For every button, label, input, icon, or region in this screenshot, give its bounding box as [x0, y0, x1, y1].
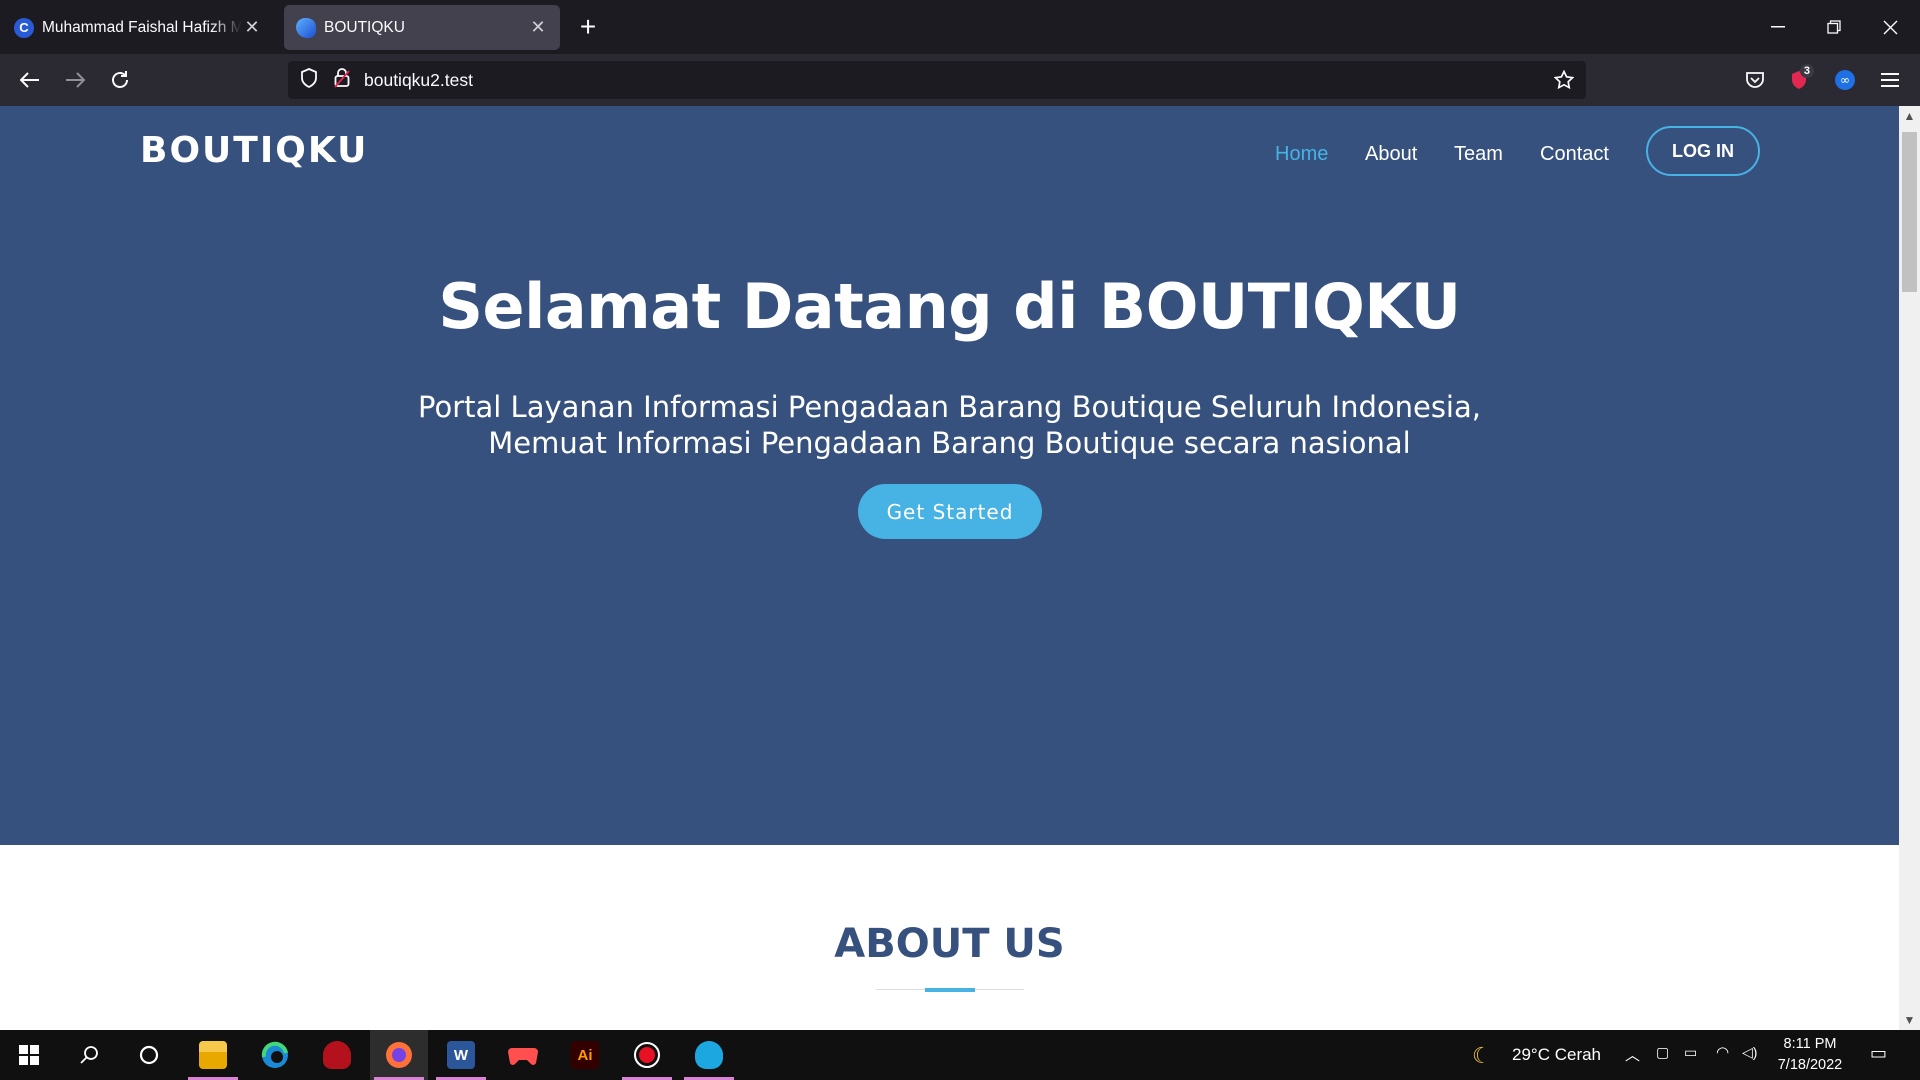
- hamburger-menu-icon[interactable]: [1872, 62, 1908, 98]
- lock-insecure-icon[interactable]: [334, 67, 350, 93]
- search-icon[interactable]: [60, 1030, 118, 1080]
- nav-link-team[interactable]: Team: [1454, 143, 1503, 166]
- hero-section: BOUTIQKU Home About Team Contact LOG IN …: [0, 106, 1899, 845]
- canva-favicon-icon: C: [14, 17, 34, 38]
- about-us-heading: ABOUT US: [834, 921, 1065, 967]
- word-icon[interactable]: W: [432, 1030, 490, 1080]
- browser-toolbar: boutiqku2.test 3 ∞: [0, 54, 1920, 106]
- hero-subtitle-line: Portal Layanan Informasi Pengadaan Baran…: [418, 390, 1481, 424]
- bookmark-star-icon[interactable]: [1553, 69, 1575, 95]
- moon-weather-icon[interactable]: ☾: [1472, 1043, 1492, 1069]
- scrollbar-thumb[interactable]: [1902, 132, 1917, 292]
- svg-text:∞: ∞: [1840, 73, 1850, 87]
- screen-recorder-icon[interactable]: [618, 1030, 676, 1080]
- hero-subtitle-line: Memuat Informasi Pengadaan Barang Boutiq…: [488, 426, 1411, 460]
- notification-icon[interactable]: ▭: [1870, 1043, 1887, 1064]
- chevron-up-icon[interactable]: ︿: [1625, 1044, 1640, 1065]
- close-window-icon[interactable]: [1862, 0, 1918, 54]
- extension-shield-icon[interactable]: 3: [1781, 62, 1817, 98]
- url-bar[interactable]: boutiqku2.test: [288, 61, 1586, 99]
- extension-infinity-icon[interactable]: ∞: [1827, 62, 1863, 98]
- firefox-icon[interactable]: [370, 1030, 428, 1080]
- illustrator-icon[interactable]: Ai: [556, 1030, 614, 1080]
- site-favicon-icon: [296, 17, 316, 38]
- nav-link-contact[interactable]: Contact: [1540, 143, 1609, 166]
- shield-icon[interactable]: [300, 67, 318, 93]
- page-viewport: BOUTIQKU Home About Team Contact LOG IN …: [0, 106, 1920, 1030]
- speaker-icon[interactable]: ◁): [1742, 1044, 1757, 1061]
- clock-time: 8:11 PM: [1783, 1036, 1837, 1052]
- hero-title: Selamat Datang di BOUTIQKU: [438, 270, 1461, 343]
- close-icon[interactable]: ✕: [242, 17, 262, 38]
- database-elephant-icon[interactable]: [680, 1030, 738, 1080]
- tab-title: Muhammad Faishal Hafizh Mun: [42, 18, 242, 36]
- section-divider-accent: [925, 988, 975, 992]
- game-app-icon[interactable]: [308, 1030, 366, 1080]
- tab-boutiqku[interactable]: BOUTIQKU ✕: [284, 5, 560, 50]
- tab-title: BOUTIQKU: [324, 18, 405, 36]
- extension-badge: 3: [1799, 64, 1814, 78]
- site-logo[interactable]: BOUTIQKU: [140, 130, 368, 171]
- clock-date: 7/18/2022: [1777, 1057, 1843, 1073]
- windows-start-icon[interactable]: [0, 1030, 58, 1080]
- forward-arrow-icon[interactable]: [57, 62, 93, 98]
- page-scrollbar[interactable]: ▲ ▼: [1899, 106, 1920, 1030]
- get-started-button[interactable]: Get Started: [858, 484, 1042, 539]
- new-tab-button[interactable]: +: [570, 10, 606, 46]
- nav-link-home[interactable]: Home: [1275, 143, 1328, 166]
- weather-text[interactable]: 29°C Cerah: [1512, 1045, 1601, 1065]
- hero-subtitle: Portal Layanan Informasi Pengadaan Baran…: [0, 389, 1899, 461]
- scroll-up-icon[interactable]: ▲: [1899, 106, 1920, 126]
- url-text[interactable]: boutiqku2.test: [364, 70, 473, 91]
- file-explorer-icon[interactable]: [184, 1030, 242, 1080]
- battery-icon[interactable]: ▭: [1684, 1044, 1697, 1061]
- login-button[interactable]: LOG IN: [1646, 126, 1760, 176]
- tab-canva[interactable]: C Muhammad Faishal Hafizh Mun ✕: [2, 5, 274, 50]
- wifi-icon[interactable]: ◠: [1716, 1043, 1729, 1061]
- windows-taskbar: W Ai ☾ 29°C Cerah ︿ ▢ ▭ ◠ ◁) 8:11 PM 7/1…: [0, 1030, 1920, 1080]
- browser-tab-bar: C Muhammad Faishal Hafizh Mun ✕ BOUTIQKU…: [0, 0, 1920, 54]
- pocket-icon[interactable]: [1737, 62, 1773, 98]
- back-arrow-icon[interactable]: [12, 62, 48, 98]
- meet-now-icon[interactable]: ▢: [1656, 1044, 1669, 1061]
- scroll-down-icon[interactable]: ▼: [1899, 1010, 1920, 1030]
- reload-icon[interactable]: [102, 62, 138, 98]
- nav-link-about[interactable]: About: [1365, 143, 1417, 166]
- minimize-icon[interactable]: [1750, 0, 1806, 54]
- close-icon[interactable]: ✕: [528, 17, 548, 38]
- system-clock[interactable]: 8:11 PM 7/18/2022: [1760, 1034, 1860, 1076]
- edge-icon[interactable]: [246, 1030, 304, 1080]
- gamepad-icon[interactable]: [494, 1030, 552, 1080]
- restore-icon[interactable]: [1806, 0, 1862, 54]
- cortana-icon[interactable]: [120, 1030, 178, 1080]
